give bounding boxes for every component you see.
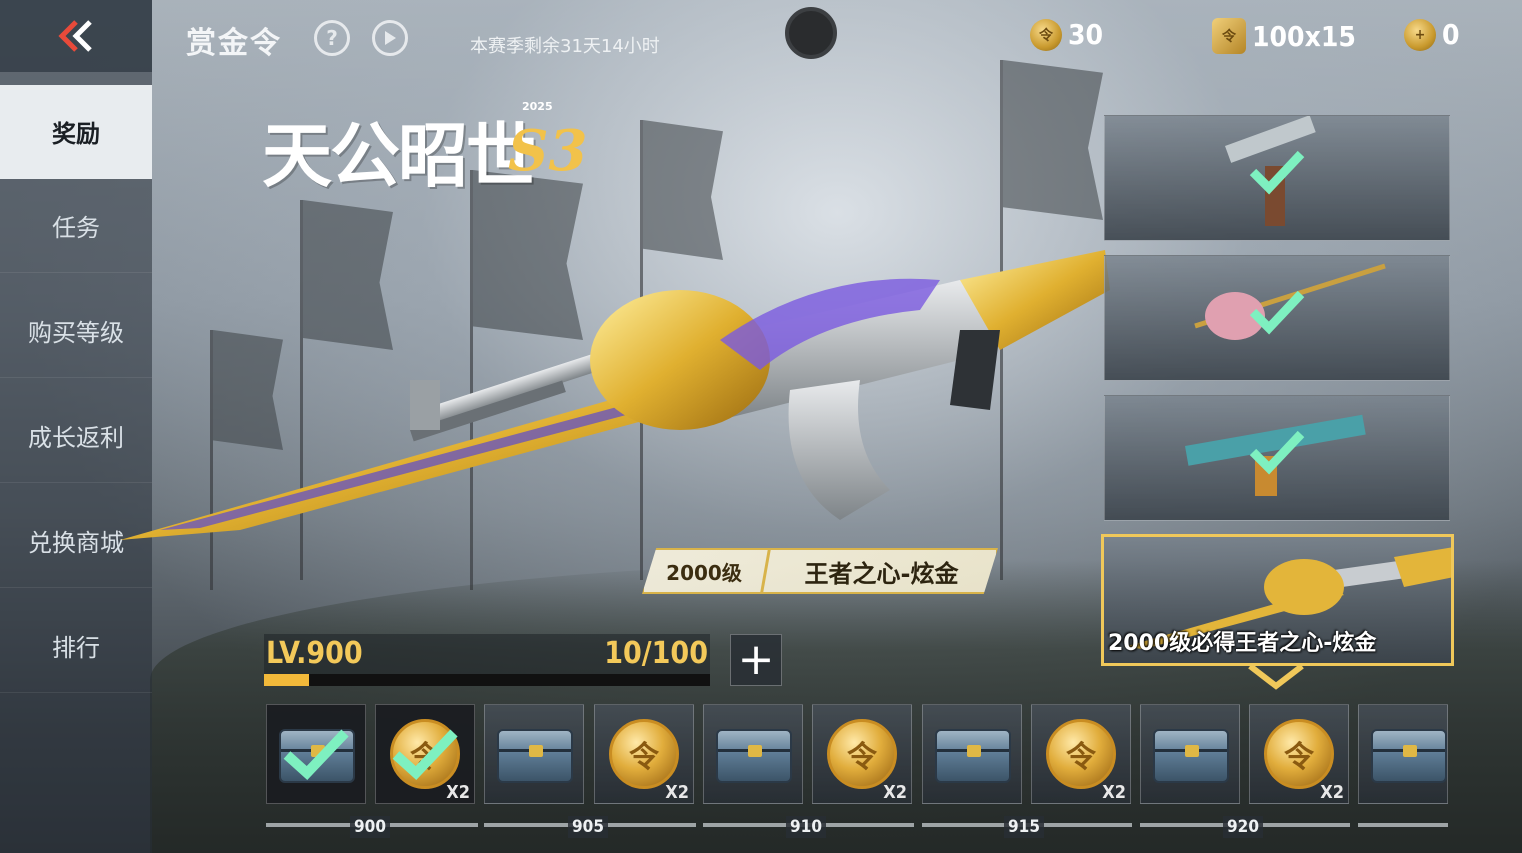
featured-level: 2000级	[666, 560, 742, 585]
level-track-line	[1358, 823, 1448, 827]
reward-multiplier: X2	[883, 782, 907, 803]
sidebar-item-label: 排行	[52, 634, 100, 662]
level-marker: 900	[350, 816, 390, 838]
season-remaining-text: 本赛季剩余31天14小时	[470, 36, 660, 57]
sidebar-item-label: 兑换商城	[28, 529, 124, 557]
level-label: LV.900	[266, 636, 363, 671]
season-logo-title: 天公昭世	[262, 114, 536, 197]
sidebar-item-label: 任务	[52, 214, 100, 242]
reward-multiplier: X2	[1102, 782, 1126, 803]
sidebar-item-label: 奖励	[52, 120, 100, 148]
reward-slot[interactable]: 令 X2	[812, 704, 912, 804]
supply-chest-icon	[716, 729, 792, 783]
claimed-check-icon	[1249, 430, 1305, 475]
reward-slot[interactable]: 令 X2	[375, 704, 475, 804]
level-marker: 920	[1223, 816, 1263, 838]
supply-chest-icon	[1371, 729, 1447, 783]
question-circle-icon[interactable]: ?	[314, 20, 350, 56]
currency-token-box[interactable]: 令 100x15	[1212, 18, 1356, 54]
supply-chest-icon	[1153, 729, 1229, 783]
play-circle-icon[interactable]	[372, 20, 408, 56]
level-progress-track	[264, 674, 710, 686]
sidebar-item-label: 成长返利	[28, 424, 124, 452]
currency-value: 30	[1068, 18, 1104, 51]
currency-value: 100x15	[1252, 19, 1356, 53]
page-title: 赏金令	[186, 26, 282, 61]
war-banner	[1003, 60, 1103, 220]
level-progress: LV.900 10/100	[264, 634, 710, 686]
reward-slot[interactable]	[266, 704, 366, 804]
reward-multiplier: X2	[446, 782, 470, 803]
level-progress-fill	[264, 674, 309, 686]
supply-chest-icon	[497, 729, 573, 783]
ticket-coin-icon: +	[1404, 18, 1436, 51]
sidebar-item-label: 购买等级	[28, 319, 124, 347]
currency-value: 0	[1442, 18, 1460, 51]
preview-card-3[interactable]	[1104, 395, 1450, 521]
level-marker: 905	[568, 816, 608, 838]
claimed-check-icon	[392, 729, 458, 780]
featured-name: 王者之心-炫金	[804, 559, 959, 588]
sidebar-item-rewards[interactable]: 奖励	[0, 85, 152, 179]
preview-card-2[interactable]	[1104, 255, 1450, 381]
bounty-coin-icon: 令	[1046, 719, 1116, 789]
bounty-coin-icon: 令	[1030, 18, 1062, 51]
sidebar-item-ranking[interactable]: 排行	[0, 599, 152, 693]
level-marker: 915	[1004, 816, 1044, 838]
reward-slot[interactable]	[1358, 704, 1448, 804]
add-level-button[interactable]: +	[730, 634, 782, 686]
reward-slot[interactable]	[922, 704, 1022, 804]
reward-slot[interactable]	[1140, 704, 1240, 804]
currency-ticket[interactable]: + 0	[1404, 18, 1460, 51]
reward-slot[interactable]	[484, 704, 584, 804]
claimed-check-icon	[283, 729, 349, 780]
back-button[interactable]	[0, 0, 152, 72]
bounty-coin-icon: 令	[827, 719, 897, 789]
reward-slot[interactable]	[703, 704, 803, 804]
claimed-check-icon	[1249, 150, 1305, 195]
season-logo-year: 2025	[522, 100, 553, 113]
reward-multiplier: X2	[665, 782, 689, 803]
preview-featured-label: 2000级必得王者之心-炫金	[1108, 631, 1377, 656]
back-chevron-icon	[58, 20, 92, 52]
bounty-coin-icon: 令	[1264, 719, 1334, 789]
reward-slot[interactable]: 令 X2	[1249, 704, 1349, 804]
token-box-icon: 令	[1212, 18, 1246, 54]
season-logo-season: S3	[508, 118, 588, 184]
claimed-check-icon	[1249, 290, 1305, 335]
reward-slot[interactable]: 令 X2	[594, 704, 694, 804]
featured-gun-artwork	[120, 250, 1110, 540]
preview-card-featured[interactable]: 2000级必得王者之心-炫金	[1101, 534, 1454, 666]
reward-multiplier: X2	[1320, 782, 1344, 803]
level-marker: 910	[786, 816, 826, 838]
preview-card-1[interactable]	[1104, 115, 1450, 241]
bounty-coin-icon: 令	[609, 719, 679, 789]
supply-chest-icon	[935, 729, 1011, 783]
floating-record-button[interactable]	[785, 7, 837, 59]
currency-bounty[interactable]: 令 30	[1030, 18, 1103, 51]
chevron-down-icon	[1248, 663, 1304, 690]
featured-reward-nameplate: 2000级 王者之心-炫金	[642, 548, 998, 594]
reward-slot[interactable]: 令 X2	[1031, 704, 1131, 804]
level-progress-text: 10/100	[604, 636, 708, 671]
